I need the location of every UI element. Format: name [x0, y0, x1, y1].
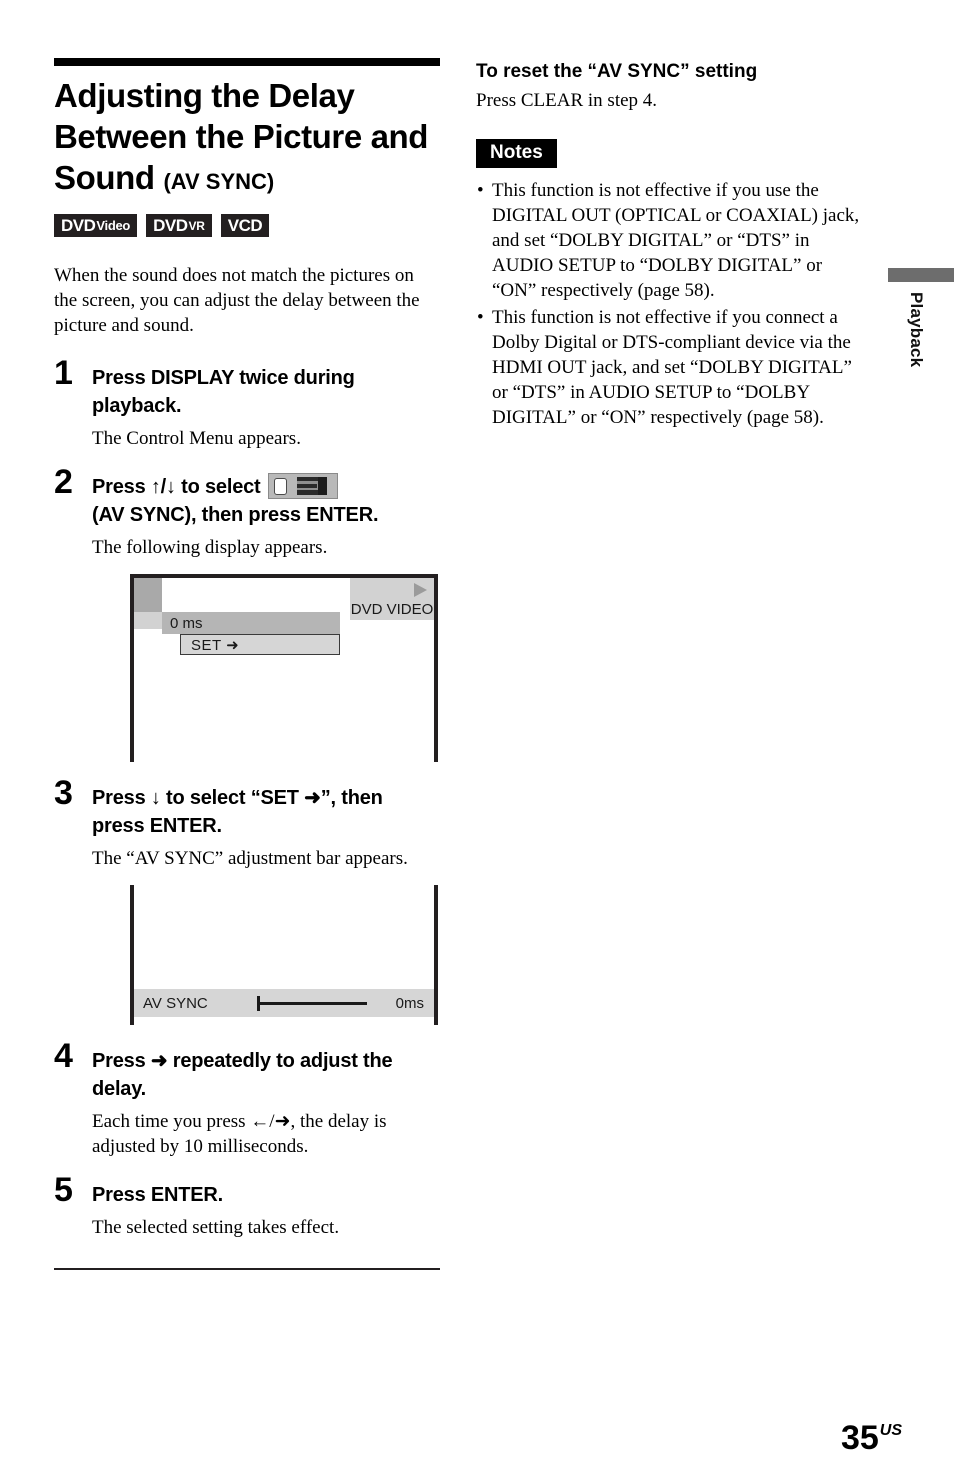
av-sync-bar-label: AV SYNC [143, 994, 208, 1012]
title-rule [54, 58, 440, 66]
step-1: 1 Press DISPLAY twice during playback. T… [54, 356, 440, 451]
badge-vcd: VCD [220, 214, 270, 237]
step-5: 5 Press ENTER. The selected setting take… [54, 1173, 440, 1240]
page-title-line-2: Between the Picture and [54, 118, 429, 155]
page-title: Adjusting the Delay Between the Picture … [54, 75, 440, 202]
control-menu-disc-indicator: DVD VIDEO [350, 578, 434, 620]
page-number: 35US [841, 1414, 902, 1455]
notes-tag: Notes [476, 139, 557, 168]
slider-line [257, 1002, 367, 1005]
control-menu-value-label: 0 ms [170, 614, 203, 632]
reset-section-heading: To reset the “AV SYNC” setting [476, 61, 758, 82]
av-sync-control-menu-icon [267, 473, 338, 499]
play-icon [414, 583, 427, 597]
step-2-heading-part-1: Press ↑/↓ to select [92, 476, 261, 498]
step-2: 2 Press ↑/↓ to select (AV SYNC), then pr… [54, 465, 440, 762]
side-tab-bar [888, 268, 954, 282]
note-item: This function is not effective if you us… [476, 178, 868, 303]
manual-page: Adjusting the Delay Between the Picture … [0, 0, 954, 1483]
screen-diagram-av-sync-bar: AV SYNC 0ms [130, 885, 438, 1025]
step-4-description: Each time you press ←/➜, the delay is ad… [92, 1111, 387, 1157]
control-menu-value-row: 0 ms [162, 612, 340, 634]
control-menu-cell-1 [134, 578, 162, 595]
step-4: 4 Press ➜ repeatedly to adjust the delay… [54, 1039, 440, 1159]
step-3-heading: Press ↓ to select “SET ➜”, then press EN… [92, 787, 383, 837]
badge-main-text: DVD [153, 215, 188, 235]
control-menu-cell-3 [134, 612, 162, 629]
side-tab-label: Playback [907, 292, 926, 368]
step-2-number: 2 [54, 463, 73, 501]
right-column: To reset the “AV SYNC” setting Press CLE… [476, 60, 868, 432]
control-menu-disc-type: DVD VIDEO [350, 601, 434, 618]
av-sync-bar-value: 0ms [395, 994, 424, 1012]
disc-format-badges: DVD Video DVD VR VCD [54, 214, 440, 237]
slider-knob [257, 996, 260, 1011]
intro-paragraph: When the sound does not match the pictur… [54, 265, 420, 336]
step-1-description: The Control Menu appears. [92, 428, 301, 449]
page-title-line-1: Adjusting the Delay [54, 77, 355, 114]
av-sync-adjustment-bar: AV SYNC 0ms [134, 989, 434, 1017]
control-menu-set-row: SET ➜ [180, 634, 340, 655]
step-1-heading: Press DISPLAY twice during playback. [92, 367, 355, 417]
reset-section-text: Press CLEAR in step 4. [476, 90, 658, 111]
control-menu-sidebar [134, 578, 162, 629]
footer-rule [54, 1268, 440, 1270]
page-number-value: 35 [840, 1419, 879, 1457]
icon-chip-shape [273, 478, 287, 495]
step-4-number: 4 [54, 1037, 73, 1075]
badge-sub-text: VR [188, 218, 205, 233]
left-column: Adjusting the Delay Between the Picture … [54, 58, 440, 1270]
icon-glyph-shape [296, 477, 327, 495]
step-4-heading: Press ➜ repeatedly to adjust the delay. [92, 1050, 393, 1100]
side-thumb-tab: Playback [888, 268, 954, 367]
page-title-line-3: Sound [54, 159, 155, 196]
page-title-suffix: (AV SYNC) [163, 169, 275, 194]
step-3: 3 Press ↓ to select “SET ➜”, then press … [54, 776, 440, 1025]
step-2-heading-part-2: (AV SYNC), then press ENTER. [92, 504, 379, 526]
badge-dvd-vr: DVD VR [146, 214, 212, 237]
av-sync-slider-track [251, 996, 374, 1011]
step-2-heading: Press ↑/↓ to select (AV SYNC), then pres… [92, 473, 440, 529]
badge-main-text: DVD [61, 215, 96, 235]
page-region-label: US [879, 1422, 902, 1439]
notes-list: This function is not effective if you us… [476, 178, 868, 430]
step-5-description: The selected setting takes effect. [92, 1217, 340, 1238]
step-3-description: The “AV SYNC” adjustment bar appears. [92, 848, 408, 869]
step-3-number: 3 [54, 774, 73, 812]
badge-main-text: VCD [227, 215, 263, 235]
step-2-description: The following display appears. [92, 537, 328, 558]
screen-diagram-control-menu: 0 ms SET ➜ DVD VIDEO [130, 574, 438, 762]
badge-dvd-video: DVD Video [54, 214, 138, 237]
step-1-number: 1 [54, 354, 73, 392]
step-5-heading: Press ENTER. [92, 1184, 223, 1206]
note-item: This function is not effective if you co… [476, 305, 868, 430]
control-menu-cell-2 [134, 595, 162, 612]
badge-sub-text: Video [96, 218, 131, 233]
step-5-number: 5 [54, 1171, 73, 1209]
control-menu-set-label: SET ➜ [191, 636, 240, 654]
